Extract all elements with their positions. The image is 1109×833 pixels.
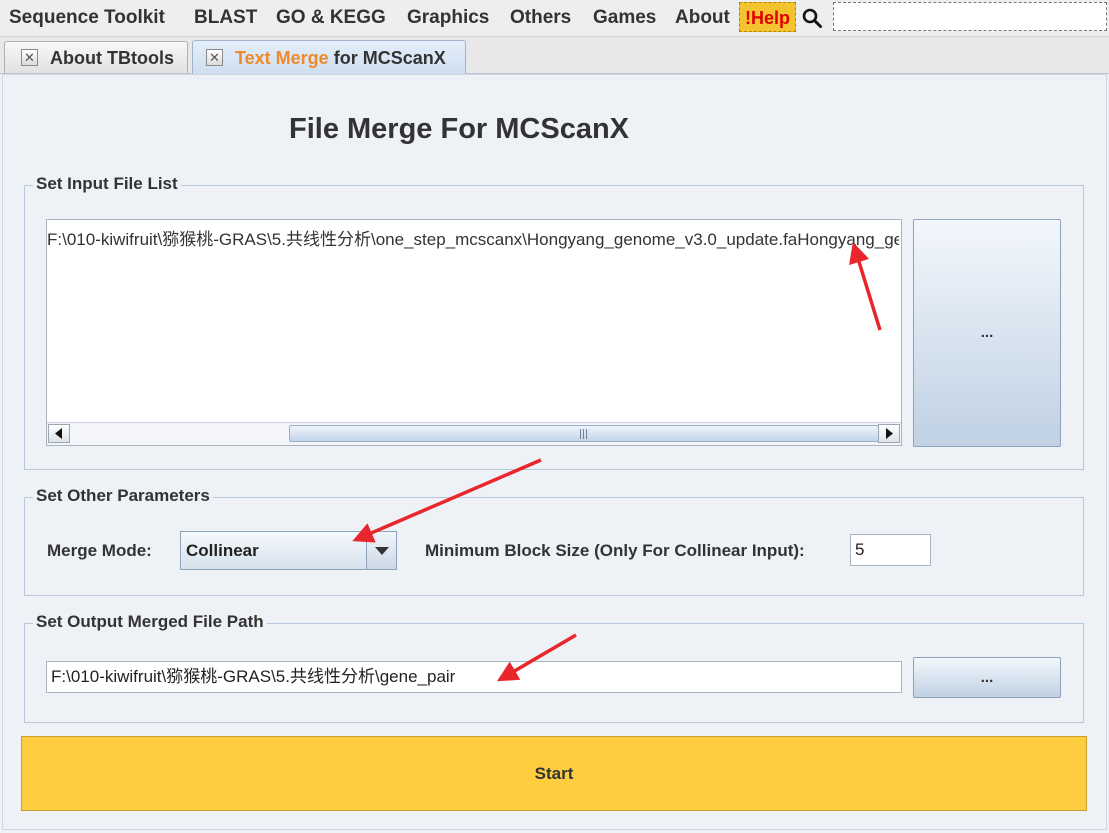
- menu-help[interactable]: !Help: [739, 2, 796, 32]
- min-block-size-input[interactable]: 5: [850, 534, 931, 566]
- menu-bar: Sequence Toolkit BLAST GO & KEGG Graphic…: [0, 0, 1109, 37]
- merge-mode-value: Collinear: [186, 541, 259, 560]
- tab-about-tbtools[interactable]: ✕ About TBtools: [4, 41, 188, 73]
- browse-output-button[interactable]: ...: [913, 657, 1061, 698]
- menu-sequence-toolkit[interactable]: Sequence Toolkit: [9, 0, 165, 36]
- menu-about[interactable]: About: [675, 0, 730, 36]
- close-icon[interactable]: ✕: [21, 49, 38, 66]
- output-path-input[interactable]: F:\010-kiwifruit\猕猴桃-GRAS\5.共线性分析\gene_p…: [46, 661, 902, 693]
- menu-graphics[interactable]: Graphics: [407, 0, 489, 36]
- search-icon[interactable]: [801, 7, 823, 29]
- menu-blast[interactable]: BLAST: [194, 0, 257, 36]
- scroll-left-button[interactable]: [48, 424, 70, 443]
- chevron-down-icon[interactable]: [366, 532, 396, 569]
- start-button[interactable]: Start: [21, 736, 1087, 811]
- min-block-size-label: Minimum Block Size (Only For Collinear I…: [425, 541, 805, 560]
- chevron-left-icon: [55, 428, 62, 439]
- browse-input-button[interactable]: ...: [913, 219, 1061, 447]
- search-input[interactable]: [833, 2, 1107, 31]
- merge-mode-label: Merge Mode:: [47, 541, 152, 560]
- tab-label: Text Merge for MCScanX: [235, 42, 446, 74]
- page-title: File Merge For MCScanX: [289, 113, 630, 145]
- scroll-thumb[interactable]: [289, 425, 879, 442]
- close-icon[interactable]: ✕: [206, 49, 223, 66]
- merge-mode-select[interactable]: Collinear: [180, 531, 397, 570]
- tab-label: About TBtools: [50, 48, 174, 68]
- group-title: Set Input File List: [33, 174, 181, 194]
- grip-icon: [580, 429, 588, 439]
- tab-bar: ✕ About TBtools ✕ Text Merge for MCScanX: [0, 37, 1109, 74]
- group-title: Set Other Parameters: [33, 486, 213, 506]
- horizontal-scrollbar[interactable]: [47, 422, 901, 445]
- tab-label-highlight: Text Merge: [235, 48, 329, 68]
- menu-go-kegg[interactable]: GO & KEGG: [276, 0, 386, 36]
- chevron-right-icon: [886, 428, 893, 439]
- scroll-right-button[interactable]: [878, 424, 900, 443]
- menu-others[interactable]: Others: [510, 0, 571, 36]
- tab-label-rest: for MCScanX: [328, 48, 446, 68]
- input-file-text: F:\010-kiwifruit\猕猴桃-GRAS\5.共线性分析\one_st…: [47, 230, 899, 249]
- input-file-list[interactable]: F:\010-kiwifruit\猕猴桃-GRAS\5.共线性分析\one_st…: [46, 219, 902, 446]
- tab-text-merge[interactable]: ✕ Text Merge for MCScanX: [192, 40, 466, 74]
- menu-games[interactable]: Games: [593, 0, 656, 36]
- group-title: Set Output Merged File Path: [33, 612, 267, 632]
